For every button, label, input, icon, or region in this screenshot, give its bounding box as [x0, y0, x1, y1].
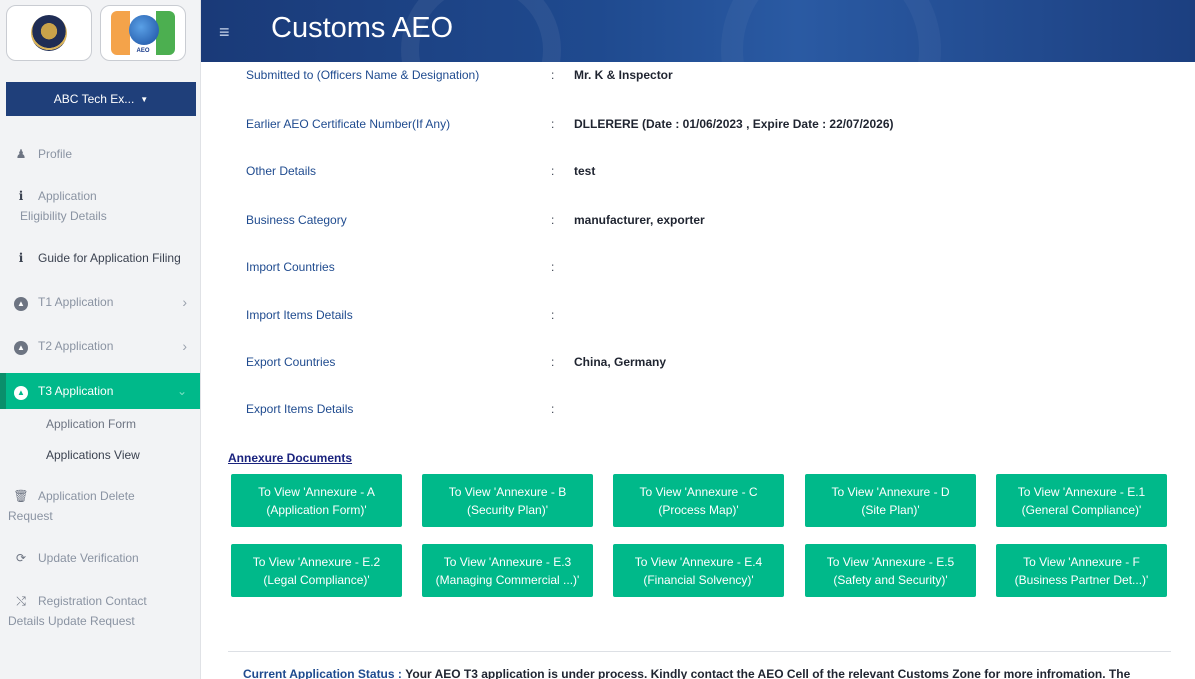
sidebar-item-eligibility[interactable]: i Application Eligibility Details — [0, 186, 200, 226]
sidebar-item-t3[interactable]: ▲ T3 Application ⌄ — [0, 373, 200, 409]
detail-value: manufacturer, exporter — [574, 213, 705, 227]
circle-a-icon: ▲ — [14, 341, 28, 355]
circle-a-icon: ▲ — [14, 297, 28, 311]
sidebar-item-contact-update[interactable]: ⤭ Registration Contact Details Update Re… — [0, 591, 200, 631]
detail-label: Earlier AEO Certificate Number(If Any) — [246, 117, 451, 131]
application-status: Current Application Status : Your AEO T3… — [243, 667, 1195, 679]
divider — [228, 651, 1171, 652]
annexure-c-button[interactable]: To View 'Annexure - C (Process Map)' — [613, 474, 784, 527]
app-title: Customs AEO — [271, 12, 454, 44]
aeo-globe-icon: AEO — [111, 11, 175, 55]
detail-value: Mr. K & Inspector — [574, 68, 673, 82]
detail-label: Import Items Details — [246, 308, 353, 322]
detail-label: Other Details — [246, 164, 317, 178]
shuffle-icon: ⤭ — [16, 594, 26, 608]
top-header: ≡ Customs AEO — [201, 0, 1195, 62]
status-text: Your AEO T3 application is under process… — [405, 667, 1131, 679]
hamburger-menu-icon[interactable]: ≡ — [219, 22, 230, 43]
detail-value: China, Germany — [574, 355, 667, 369]
account-dropdown[interactable]: ABC Tech Ex... ▼ — [6, 82, 196, 116]
main-content: Submitted to (Officers Name & Designatio… — [213, 62, 1183, 679]
circle-a-icon: ▲ — [14, 386, 28, 400]
annexure-e4-button[interactable]: To View 'Annexure - E.4 (Financial Solve… — [613, 544, 784, 597]
caret-down-icon: ▼ — [140, 94, 149, 104]
subitem-application-form[interactable]: Application Form — [46, 417, 136, 431]
chevron-right-icon: › — [182, 338, 187, 354]
annexure-e2-button[interactable]: To View 'Annexure - E.2 (Legal Complianc… — [231, 544, 402, 597]
annexure-a-button[interactable]: To View 'Annexure - A (Application Form)… — [231, 474, 402, 527]
chevron-right-icon: › — [182, 294, 187, 310]
sidebar-item-guide[interactable]: i Guide for Application Filing — [0, 248, 200, 268]
annexure-e1-button[interactable]: To View 'Annexure - E.1 (General Complia… — [996, 474, 1167, 527]
detail-label: Import Countries — [246, 260, 335, 274]
cbic-logo[interactable] — [6, 5, 92, 61]
annexure-documents-title[interactable]: Annexure Documents — [228, 451, 352, 465]
chevron-down-icon: ⌄ — [176, 384, 187, 398]
sidebar-item-profile[interactable]: ♟ Profile — [0, 144, 200, 164]
sidebar-item-delete-request[interactable]: 🗑 Application Delete Request — [0, 486, 200, 526]
annexure-e5-button[interactable]: To View 'Annexure - E.5 (Safety and Secu… — [805, 544, 976, 597]
sidebar: AEO ABC Tech Ex... ▼ ♟ Profile i Applica… — [0, 0, 201, 679]
trash-icon: 🗑 — [13, 489, 29, 503]
sidebar-item-t2[interactable]: ▲ T2 Application › — [0, 336, 200, 356]
sidebar-item-update-verification[interactable]: ⟳ Update Verification — [0, 548, 200, 568]
detail-label: Submitted to (Officers Name & Designatio… — [246, 68, 480, 82]
sync-icon: ⟳ — [15, 551, 27, 565]
aeo-logo[interactable]: AEO — [100, 5, 186, 61]
emblem-icon — [31, 15, 67, 51]
user-icon: ♟ — [15, 147, 27, 161]
detail-value: DLLERERE (Date : 01/06/2023 , Expire Dat… — [574, 117, 894, 131]
annexure-b-button[interactable]: To View 'Annexure - B (Security Plan)' — [422, 474, 593, 527]
annexure-e3-button[interactable]: To View 'Annexure - E.3 (Managing Commer… — [422, 544, 593, 597]
subitem-applications-view[interactable]: Applications View — [46, 448, 140, 462]
info-icon: i — [18, 189, 24, 203]
sidebar-item-t1[interactable]: ▲ T1 Application › — [0, 292, 200, 312]
app-root: AEO ABC Tech Ex... ▼ ♟ Profile i Applica… — [0, 0, 1195, 679]
annexure-d-button[interactable]: To View 'Annexure - D (Site Plan)' — [805, 474, 976, 527]
detail-label: Business Category — [246, 213, 347, 227]
account-label: ABC Tech Ex... — [53, 92, 135, 106]
detail-value: test — [574, 164, 596, 178]
info-icon: i — [18, 251, 24, 265]
detail-label: Export Countries — [246, 355, 336, 369]
detail-label: Export Items Details — [246, 402, 354, 416]
annexure-f-button[interactable]: To View 'Annexure - F (Business Partner … — [996, 544, 1167, 597]
status-label: Current Application Status : — [243, 667, 402, 679]
